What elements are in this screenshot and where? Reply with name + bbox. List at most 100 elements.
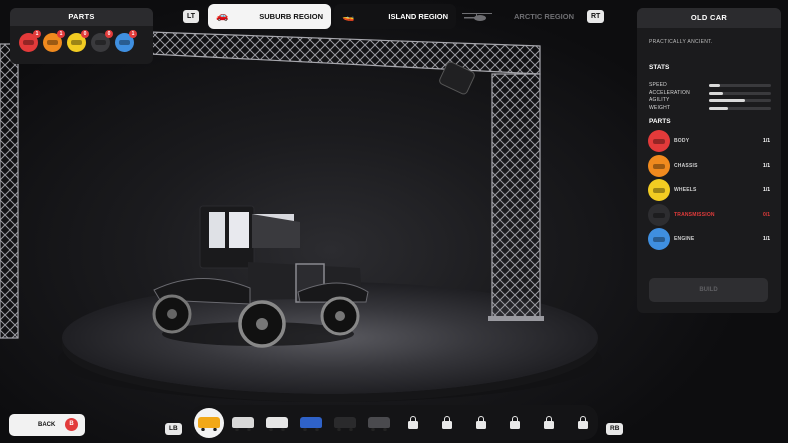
engine-part-icon: 1: [115, 30, 137, 52]
part-glyph: [47, 40, 58, 45]
stat-fill: [709, 106, 728, 110]
part-glyph: [653, 188, 665, 193]
back-button[interactable]: BACK B: [9, 414, 85, 436]
stat-weight: WEIGHT: [649, 105, 771, 112]
lt-button[interactable]: LT: [183, 10, 200, 23]
part-count-badge: 1: [129, 30, 137, 38]
stat-agility: AGILITY: [649, 97, 771, 104]
part-name: CHASSIS: [674, 162, 698, 169]
helicopter-icon: [462, 12, 492, 25]
stat-bar: [709, 84, 771, 87]
stat-acceleration: ACCELERATION: [649, 90, 771, 97]
part-count-badge: 1: [33, 30, 41, 38]
boat-icon: 🚤: [342, 11, 355, 22]
right-truss-base: [488, 316, 544, 321]
car-icon: 🚗: [216, 11, 229, 22]
vehicle-slot[interactable]: [364, 408, 394, 438]
vehicle-info-panel: OLD CAR PRACTICALLY ANCIENT. STATS SPEED…: [637, 8, 781, 313]
stat-fill: [709, 91, 723, 95]
locked-vehicle-slot[interactable]: [568, 408, 598, 438]
part-row-wheels[interactable]: WHEELS 1/1: [648, 179, 770, 201]
locked-vehicle-slot[interactable]: [500, 408, 530, 438]
vehicle-carousel: [190, 405, 598, 440]
stats-title: STATS: [649, 64, 670, 71]
vehicle-thumbnail: [198, 417, 220, 431]
vehicle-thumbnail: [334, 417, 356, 431]
vehicle-thumbnail: [300, 417, 322, 431]
left-truss: [0, 43, 19, 339]
part-glyph: [653, 139, 665, 144]
transmission-part-icon: [648, 203, 670, 226]
vehicle-title: OLD CAR: [637, 8, 781, 28]
chassis-part-icon: 1: [43, 30, 65, 52]
vehicle-thumbnail: [232, 417, 254, 431]
transmission-part-icon: 0: [91, 30, 113, 52]
part-count-badge: 0: [81, 30, 89, 38]
part-name: TRANSMISSION: [674, 211, 715, 218]
lb-button[interactable]: LB: [165, 423, 182, 435]
part-glyph: [95, 40, 106, 45]
rt-button[interactable]: RT: [587, 10, 605, 23]
engine-part-icon: [648, 228, 670, 250]
lock-icon: [544, 416, 554, 429]
lock-icon: [442, 416, 452, 429]
vehicle-slot[interactable]: [262, 408, 292, 438]
part-count: 1/1: [763, 236, 770, 242]
right-truss: [491, 73, 541, 321]
locked-vehicle-slot[interactable]: [432, 408, 462, 438]
vehicle-slot[interactable]: [194, 408, 224, 438]
stat-label: WEIGHT: [649, 104, 671, 111]
body-part-icon: 1: [19, 30, 41, 52]
parts-title: PARTS: [649, 118, 671, 125]
part-glyph: [23, 40, 34, 45]
stat-bar: [709, 91, 771, 95]
chassis-part-icon: [648, 154, 670, 177]
lock-icon: [476, 416, 486, 429]
build-button[interactable]: BUILD: [649, 278, 768, 302]
part-row-body[interactable]: BODY 1/1: [648, 130, 770, 152]
tab-arctic-region[interactable]: ARCTIC REGION: [458, 4, 582, 29]
part-count: 1/1: [763, 187, 770, 193]
b-key-badge: B: [65, 418, 78, 431]
tab-label: ISLAND REGION: [388, 12, 448, 21]
part-glyph: [653, 237, 665, 242]
part-glyph: [653, 212, 665, 218]
part-name: BODY: [674, 138, 690, 144]
part-glyph: [119, 40, 130, 45]
lock-icon: [578, 416, 588, 429]
part-glyph: [71, 40, 82, 45]
lock-icon: [408, 416, 418, 429]
part-glyph: [653, 163, 665, 169]
part-count: 0/1: [763, 211, 770, 218]
part-row-chassis[interactable]: CHASSIS 1/1: [648, 154, 770, 177]
part-count-badge: 0: [105, 30, 113, 38]
wheels-part-icon: [648, 179, 670, 201]
part-name: WHEELS: [674, 187, 697, 193]
locked-vehicle-slot[interactable]: [466, 408, 496, 438]
part-row-engine[interactable]: ENGINE 1/1: [648, 228, 770, 250]
vehicle-thumbnail: [368, 417, 390, 431]
stat-label: AGILITY: [649, 97, 670, 103]
part-count-badge: 1: [57, 30, 65, 38]
vehicle-slot[interactable]: [296, 408, 326, 438]
part-count: 1/1: [763, 138, 770, 144]
rb-button[interactable]: RB: [606, 423, 624, 435]
part-count: 1/1: [763, 162, 770, 169]
locked-vehicle-slot[interactable]: [534, 408, 564, 438]
back-label: BACK: [38, 422, 56, 428]
vehicle-slot[interactable]: [330, 408, 360, 438]
part-name: ENGINE: [674, 236, 695, 242]
vehicle-thumbnail: [266, 417, 288, 431]
stat-speed: SPEED: [649, 82, 771, 89]
part-row-transmission[interactable]: TRANSMISSION 0/1: [648, 203, 770, 226]
tab-island-region[interactable]: 🚤 ISLAND REGION: [334, 4, 456, 29]
stat-fill: [709, 99, 745, 102]
tab-label: SUBURB REGION: [259, 12, 323, 21]
stat-bar: [709, 106, 771, 110]
stat-bar: [709, 99, 771, 102]
locked-vehicle-slot[interactable]: [398, 408, 428, 438]
tab-suburb-region[interactable]: 🚗 SUBURB REGION: [208, 4, 331, 29]
wheels-part-icon: 0: [67, 30, 89, 52]
vehicle-slot[interactable]: [228, 408, 258, 438]
body-part-icon: [648, 130, 670, 152]
